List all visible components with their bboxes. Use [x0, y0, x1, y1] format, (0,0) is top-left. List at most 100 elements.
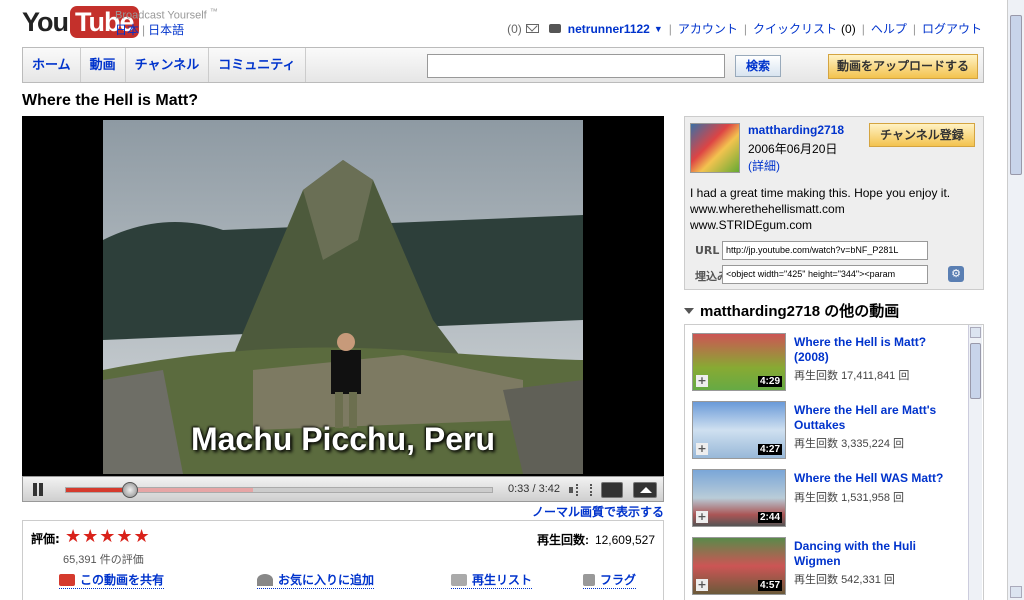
heart-icon	[257, 573, 273, 586]
list-item[interactable]: + 4:57 Dancing with the Huli Wigmen 再生回数…	[691, 533, 961, 595]
related-scrollbar[interactable]	[968, 325, 982, 600]
logo-you-text: You	[22, 7, 69, 37]
tab-videos[interactable]: 動画	[81, 48, 126, 82]
tab-community[interactable]: コミュニティ	[209, 48, 306, 82]
view-count: 再生回数: 12,609,527	[537, 531, 655, 548]
scrollbar-thumb[interactable]	[970, 343, 981, 399]
uploader-box: mattharding2718 2006年06月20日 (詳細) チャンネル登録…	[684, 116, 984, 290]
tab-channels[interactable]: チャンネル	[126, 48, 210, 82]
more-info-link[interactable]: (詳細)	[748, 157, 780, 174]
views-label: 再生回数	[794, 438, 838, 450]
mail-count[interactable]: (0)	[507, 22, 522, 36]
related-video-views: 再生回数 3,335,224 回	[794, 435, 904, 451]
related-video-title[interactable]: Where the Hell WAS Matt?	[794, 471, 954, 486]
video-thumbnail[interactable]: + 4:29	[692, 333, 786, 391]
tagline-tm: ™	[209, 7, 218, 16]
related-video-title[interactable]: Dancing with the Huli Wigmen	[794, 539, 954, 569]
description-line: I had a great time making this. Hope you…	[690, 186, 951, 200]
page-scrollbar[interactable]	[1007, 0, 1024, 600]
flag-button[interactable]: フラグ	[583, 571, 637, 589]
player-size-icon[interactable]	[601, 482, 623, 498]
uploader-avatar[interactable]	[690, 123, 740, 173]
video-thumbnail[interactable]: + 2:44	[692, 469, 786, 527]
account-link[interactable]: アカウント	[678, 20, 738, 37]
seek-bar[interactable]	[65, 482, 493, 498]
list-item[interactable]: + 2:44 Where the Hell WAS Matt? 再生回数 1,5…	[691, 465, 961, 527]
quicklist-count: (0)	[841, 21, 856, 36]
scroll-down-icon[interactable]	[1010, 586, 1022, 598]
video-actions: この動画を共有 お気に入りに追加 再生リスト フラグ	[59, 571, 659, 589]
chevron-down-icon[interactable]: ▼	[654, 24, 663, 34]
add-to-quicklist-icon[interactable]: +	[696, 375, 708, 387]
nav-tabs: ホーム 動画 チャンネル コミュニティ	[23, 48, 306, 82]
share-button[interactable]: この動画を共有	[59, 571, 165, 589]
search-input[interactable]	[427, 54, 725, 78]
video-info-panel: 評価: ★★★★★ 65,391 件の評価 再生回数: 12,609,527 この…	[22, 520, 664, 600]
description-link[interactable]: www.STRIDEgum.com	[690, 217, 950, 233]
list-item[interactable]: + 4:27 Where the Hell are Matt's Outtake…	[691, 397, 961, 459]
volume-icon[interactable]	[569, 483, 592, 497]
video-duration: 4:27	[757, 444, 782, 455]
help-link[interactable]: ヘルプ	[871, 20, 907, 37]
views-label: 再生回数	[794, 492, 838, 504]
rating-stars[interactable]: ★★★★★	[65, 526, 151, 547]
video-thumbnail[interactable]: + 4:57	[692, 537, 786, 595]
logout-link[interactable]: ログアウト	[922, 20, 982, 37]
views-value: 1,531,958 回	[841, 492, 905, 504]
normal-quality-link[interactable]: ノーマル画質で表示する	[532, 503, 664, 520]
list-item[interactable]: + 4:29 Where the Hell is Matt? (2008) 再生…	[691, 329, 961, 391]
add-to-quicklist-icon[interactable]: +	[696, 511, 708, 523]
flag-label: フラグ	[600, 573, 637, 587]
upload-button[interactable]: 動画をアップロードする	[828, 54, 978, 79]
username-link[interactable]: netrunner1122	[568, 22, 650, 36]
views-label: 再生回数:	[536, 533, 589, 547]
playlist-button[interactable]: 再生リスト	[451, 571, 533, 589]
video-frame[interactable]: Machu Picchu, Peru	[103, 120, 583, 474]
subscribe-button[interactable]: チャンネル登録	[869, 123, 975, 147]
search-button[interactable]: 検索	[735, 55, 781, 77]
eject-icon[interactable]	[633, 482, 657, 498]
playlist-icon	[451, 573, 467, 586]
share-label: この動画を共有	[80, 573, 165, 587]
related-video-title[interactable]: Where the Hell is Matt? (2008)	[794, 335, 954, 365]
seek-played	[66, 488, 130, 492]
uploader-name-link[interactable]: mattharding2718	[748, 123, 844, 137]
more-videos-header[interactable]: mattharding2718 の他の動画	[684, 300, 899, 321]
gear-icon[interactable]: ⚙	[948, 266, 964, 282]
seek-handle[interactable]	[121, 482, 138, 498]
favorite-button[interactable]: お気に入りに追加	[257, 571, 375, 589]
time-display: 0:33 / 3:42	[508, 483, 560, 495]
video-caption: Machu Picchu, Peru	[190, 421, 496, 457]
related-video-views: 再生回数 17,411,841 回	[794, 367, 909, 383]
description-link[interactable]: www.wherethehellismatt.com	[690, 201, 950, 217]
views-label: 再生回数	[794, 574, 838, 586]
more-videos-title: mattharding2718 の他の動画	[700, 303, 900, 320]
url-field[interactable]: http://jp.youtube.com/watch?v=bNF_P281L	[722, 241, 928, 260]
language-link[interactable]: 日本語	[148, 23, 184, 37]
rating-count: 65,391 件の評価	[63, 554, 144, 566]
quicklist-link[interactable]: クイックリスト	[753, 20, 837, 37]
scroll-up-icon[interactable]	[970, 327, 981, 338]
pause-button[interactable]	[31, 483, 45, 497]
collapse-triangle-icon	[684, 307, 694, 314]
region-link[interactable]: 日本	[115, 23, 139, 37]
views-value: 3,335,224 回	[841, 438, 905, 450]
tab-home[interactable]: ホーム	[23, 48, 81, 82]
views-value: 542,331 回	[841, 574, 895, 586]
add-to-quicklist-icon[interactable]: +	[696, 443, 708, 455]
related-video-title[interactable]: Where the Hell are Matt's Outtakes	[794, 403, 954, 433]
player-controls: 0:33 / 3:42	[22, 476, 664, 502]
video-player[interactable]: Machu Picchu, Peru 0:33 / 3:42	[22, 116, 664, 502]
scrollbar-thumb[interactable]	[1010, 15, 1022, 175]
mail-icon[interactable]	[525, 24, 539, 33]
share-icon	[59, 573, 75, 586]
views-value: 17,411,841 回	[841, 370, 910, 382]
tagline: Broadcast Yourself ™	[115, 7, 218, 22]
add-to-quicklist-icon[interactable]: +	[696, 579, 708, 591]
flag-icon	[583, 573, 595, 586]
video-thumbnail[interactable]: + 4:27	[692, 401, 786, 459]
views-label: 再生回数	[794, 370, 838, 382]
related-video-views: 再生回数 1,531,958 回	[794, 489, 904, 505]
video-duration: 4:57	[757, 580, 782, 591]
embed-code-field[interactable]: <object width="425" height="344"><param	[722, 265, 928, 284]
